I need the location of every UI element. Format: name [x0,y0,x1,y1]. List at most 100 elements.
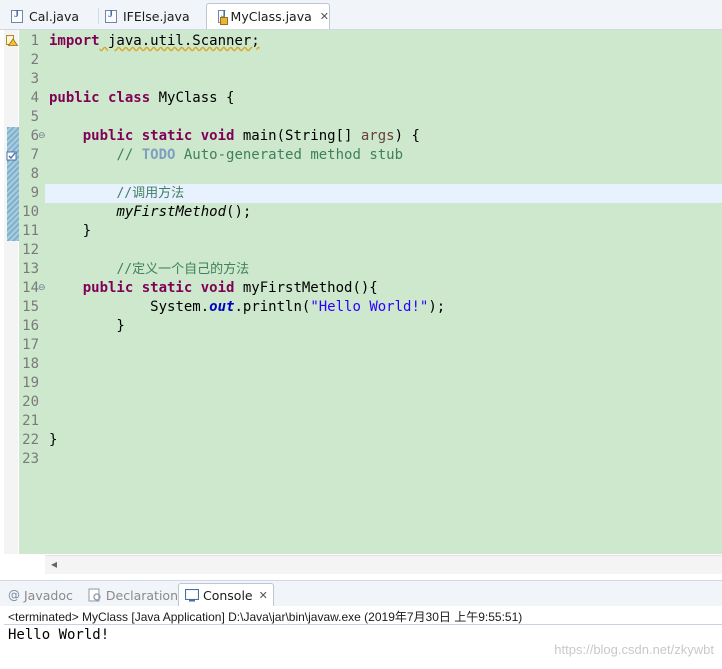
comment: Auto-generated method stub [175,147,404,163]
code-text: public static void myFirstMethod(){ [49,279,378,298]
line-number: 9 [30,185,39,201]
class-reference: System. [150,299,210,315]
punctuation: (); [226,204,252,220]
line-number: 5 [30,109,39,125]
console-icon [185,589,199,602]
declaration-icon [88,588,101,602]
tab-label: Cal.java [29,8,80,24]
line-number: 3 [30,71,39,87]
code-line: 7 // TODO Auto-generated method stub [0,146,722,165]
line-number: 17 [22,337,39,353]
console-view[interactable]: <terminated> MyClass [Java Application] … [0,606,722,669]
import-statement: java.util.Scanner; [99,33,260,49]
code-text: // TODO Auto-generated method stub [49,146,403,165]
code-text: System.out.println("Hello World!"); [49,298,445,317]
method-call: .println( [234,299,311,315]
code-line: 10 myFirstMethod(); [0,203,722,222]
code-line: 8 [0,165,722,184]
tab-label: Javadoc [24,587,73,603]
line-number: 10 [22,204,39,220]
code-line: 23 [0,450,722,469]
code-text: myFirstMethod(); [49,203,251,222]
line-number: 23 [22,451,39,467]
code-line: 15 System.out.println("Hello World!"); [0,298,722,317]
console-output: Hello World! [8,627,110,643]
parameter: args [360,128,395,144]
tab-label: Declaration [105,587,178,603]
code-line: 22 } [0,431,722,450]
code-line: 11 } [0,222,722,241]
tab-myclass-java[interactable]: MyClass.java ✕ [206,3,330,29]
line-number: 6 [30,128,39,144]
watermark: https://blog.csdn.net/zkywbt [554,642,714,657]
code-line: 16 } [0,317,722,336]
line-number: 19 [22,375,39,391]
keyword: public static void [82,280,235,296]
scroll-left-icon[interactable]: ◂ [51,557,57,571]
line-number: 13 [22,261,39,277]
close-icon[interactable]: ✕ [259,589,268,602]
method-call: myFirstMethod [116,204,227,220]
code-line: 3 [0,70,722,89]
code-text: //调用方法 [49,184,184,203]
code-editor[interactable]: ⊖ ⊖ 1 import java.util.Scanner; 2 3 4 pu… [0,30,722,574]
code-line: 18 [0,355,722,374]
line-number: 12 [22,242,39,258]
java-file-icon [11,9,23,23]
comment: //定义一个自己的方法 [116,262,250,277]
code-line: 6 public static void main(String[] args)… [0,127,722,146]
at-sign-icon: @ [8,588,20,602]
keyword: public static void [82,128,235,144]
code-text: public static void main(String[] args) { [49,127,420,146]
line-number: 1 [30,33,39,49]
bottom-panel-tab-bar: @ Javadoc Declaration Console ✕ [0,580,722,607]
string-literal: "Hello World!" [310,299,429,315]
tab-label: IFElse.java [123,8,190,24]
code-line: 17 [0,336,722,355]
code-text: public class MyClass { [49,89,234,108]
method-signature: myFirstMethod(){ [234,280,378,296]
code-line: 14 public static void myFirstMethod(){ [0,279,722,298]
keyword: import [49,33,100,49]
horizontal-scrollbar[interactable]: ◂ [45,555,722,574]
tab-cal-java[interactable]: Cal.java [0,3,98,29]
code-text: } [49,223,92,239]
console-status: <terminated> MyClass [Java Application] … [8,610,523,624]
line-number: 8 [30,166,39,182]
line-number: 18 [22,356,39,372]
line-number: 21 [22,413,39,429]
code-line: 21 [0,412,722,431]
line-number: 16 [22,318,39,334]
tab-javadoc[interactable]: @ Javadoc [0,583,82,607]
tab-ifelse-java[interactable]: IFElse.java [94,3,206,29]
method-signature: main(String[] [234,128,361,144]
code-text: } [49,318,125,334]
code-text: } [49,432,58,448]
tab-declaration[interactable]: Declaration [82,583,178,607]
comment: //调用方法 [116,186,185,201]
code-line: 20 [0,393,722,412]
punctuation: ) { [394,128,420,144]
line-number: 7 [30,147,39,163]
line-number: 2 [30,52,39,68]
punctuation: ); [428,299,446,315]
java-file-icon [105,9,117,23]
code-line: 2 [0,51,722,70]
static-field: out [209,299,235,315]
close-icon[interactable]: ✕ [320,10,329,23]
todo-tag: TODO [141,147,176,163]
editor-tab-bar: Cal.java IFElse.java MyClass.java ✕ [0,0,722,30]
line-number: 4 [30,90,39,106]
code-line: 5 [0,108,722,127]
class-name: MyClass { [150,90,235,106]
code-text: import java.util.Scanner; [49,32,260,51]
tab-console[interactable]: Console ✕ [178,583,274,607]
code-line: 12 [0,241,722,260]
keyword: public class [49,90,151,106]
line-number: 20 [22,394,39,410]
code-line: 1 import java.util.Scanner; [0,32,722,51]
